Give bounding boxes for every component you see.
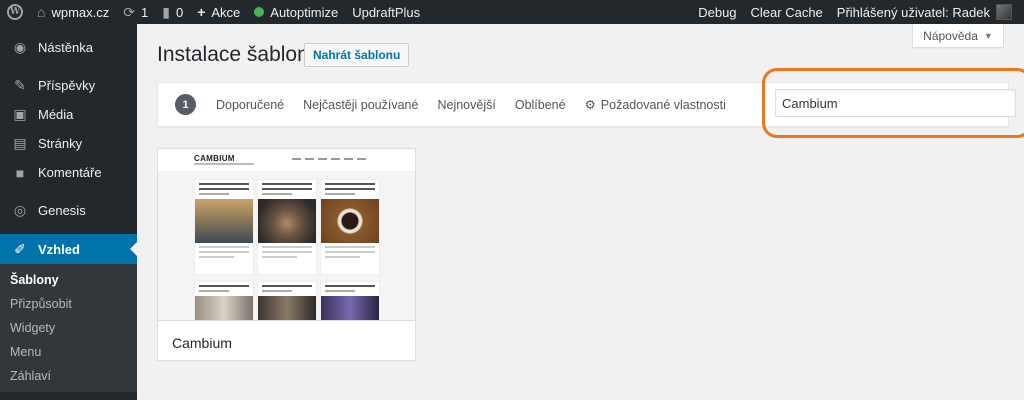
page-icon: ▤ (13, 135, 27, 151)
appearance-submenu: Šablony Přizpůsobit Widgety Menu Záhlaví (0, 264, 137, 392)
autoptimize-label: Autoptimize (270, 4, 339, 20)
screenshot-post (257, 281, 317, 320)
new-content-menu[interactable]: + Akce (190, 0, 247, 24)
sidebar-item-media[interactable]: ▣ Média (0, 100, 137, 129)
filter-featured[interactable]: Doporučené (216, 98, 284, 112)
submenu-item-customize[interactable]: Přizpůsobit (0, 292, 137, 316)
sidebar-item-label: Příspěvky (38, 78, 96, 93)
clear-cache-menu[interactable]: Clear Cache (744, 0, 830, 24)
help-label: Nápověda (923, 28, 978, 43)
sidebar-item-dashboard[interactable]: ◉ Nástěnka (0, 33, 137, 62)
media-icon: ▣ (13, 106, 27, 122)
comment-icon: ■ (15, 164, 25, 181)
screenshot-post (194, 281, 254, 320)
refresh-icon: ⟳ (123, 3, 135, 20)
avatar (996, 4, 1012, 20)
screenshot-post (320, 179, 380, 275)
plus-icon: + (197, 4, 206, 20)
filter-popular[interactable]: Nejčastěji používané (303, 98, 418, 112)
theme-filter-bar: 1 Doporučené Nejčastěji používané Nejnov… (157, 68, 1024, 138)
page-title: Instalace šablon (157, 43, 309, 66)
main-content: Nápověda ▼ Instalace šablon Nahrát šablo… (137, 24, 1024, 400)
brush-icon: ✐ (14, 240, 26, 257)
sidebar-item-label: Stránky (38, 136, 83, 151)
wp-logo-menu[interactable]: W (0, 0, 30, 24)
theme-count-badge: 1 (175, 94, 196, 115)
screenshot-header: CAMBIUM (158, 149, 415, 171)
filter-feature-filter[interactable]: ⚙ Požadované vlastnosti (585, 97, 726, 112)
sidebar-item-label: Genesis (38, 203, 86, 218)
admin-sidebar: ◉ Nástěnka ✎ Příspěvky ▣ Média ▤ Stránky… (0, 24, 137, 400)
feature-filter-label: Požadované vlastnosti (600, 98, 726, 112)
sidebar-item-label: Vzhled (38, 241, 80, 257)
updates-count: 1 (141, 4, 149, 20)
screenshot-post (194, 179, 254, 275)
submenu-item-header[interactable]: Záhlaví (0, 364, 137, 388)
user-greeting: Přihlášený uživatel: Radek (836, 4, 990, 20)
comments-count: 0 (175, 4, 184, 20)
autoptimize-menu[interactable]: Autoptimize (247, 0, 345, 24)
sidebar-item-appearance[interactable]: ✐ Vzhled (0, 234, 137, 264)
comments-menu[interactable]: ▮ 0 (155, 0, 190, 24)
filter-latest[interactable]: Nejnovější (437, 98, 495, 112)
wordpress-icon: W (7, 4, 23, 20)
sidebar-item-comments[interactable]: ■ Komentáře (0, 158, 137, 187)
updates-menu[interactable]: ⟳ 1 (116, 0, 155, 24)
sidebar-item-genesis[interactable]: ◎ Genesis (0, 196, 137, 225)
sidebar-item-label: Média (38, 107, 74, 122)
user-menu[interactable]: Přihlášený uživatel: Radek (830, 0, 1024, 24)
sidebar-item-pages[interactable]: ▤ Stránky (0, 129, 137, 158)
sidebar-item-label: Komentáře (38, 165, 102, 180)
debug-menu[interactable]: Debug (691, 0, 743, 24)
theme-search-input[interactable] (775, 89, 1016, 117)
updraftplus-menu[interactable]: UpdraftPlus (345, 0, 427, 24)
submenu-item-menus[interactable]: Menu (0, 340, 137, 364)
submenu-item-widgets[interactable]: Widgety (0, 316, 137, 340)
new-content-label: Akce (211, 4, 241, 20)
site-name: wpmax.cz (51, 4, 110, 20)
screenshot-nav (292, 158, 366, 160)
comment-bubble-icon: ▮ (162, 3, 170, 20)
filter-favorites[interactable]: Oblíbené (515, 98, 566, 112)
home-icon: ⌂ (37, 4, 46, 20)
theme-card[interactable]: CAMBIUM Cambium (157, 148, 416, 361)
gear-icon: ⚙ (584, 98, 596, 112)
sidebar-item-posts[interactable]: ✎ Příspěvky (0, 71, 137, 100)
clear-cache-label: Clear Cache (750, 4, 823, 20)
site-name-menu[interactable]: ⌂ wpmax.cz (30, 0, 116, 24)
screenshot-post (257, 179, 317, 275)
genesis-icon: ◎ (13, 202, 27, 218)
dashboard-icon: ◉ (13, 39, 27, 55)
debug-label: Debug (698, 4, 737, 20)
sidebar-item-label: Nástěnka (38, 40, 93, 55)
status-dot-icon (254, 7, 265, 17)
pin-icon: ✎ (14, 77, 26, 93)
screenshot-logo: CAMBIUM (194, 154, 235, 163)
theme-screenshot: CAMBIUM (158, 149, 415, 321)
screenshot-post (320, 281, 380, 320)
admin-bar: W ⌂ wpmax.cz ⟳ 1 ▮ 0 + Akce Autoptimize … (0, 0, 1024, 24)
updraftplus-label: UpdraftPlus (352, 4, 421, 20)
theme-name: Cambium (172, 335, 232, 351)
screenshot-tagline (194, 163, 254, 165)
upload-theme-button[interactable]: Nahrát šablonu (304, 43, 410, 67)
help-tab-button[interactable]: Nápověda ▼ (912, 24, 1004, 48)
chevron-down-icon: ▼ (983, 30, 993, 41)
submenu-item-themes[interactable]: Šablony (0, 268, 137, 292)
